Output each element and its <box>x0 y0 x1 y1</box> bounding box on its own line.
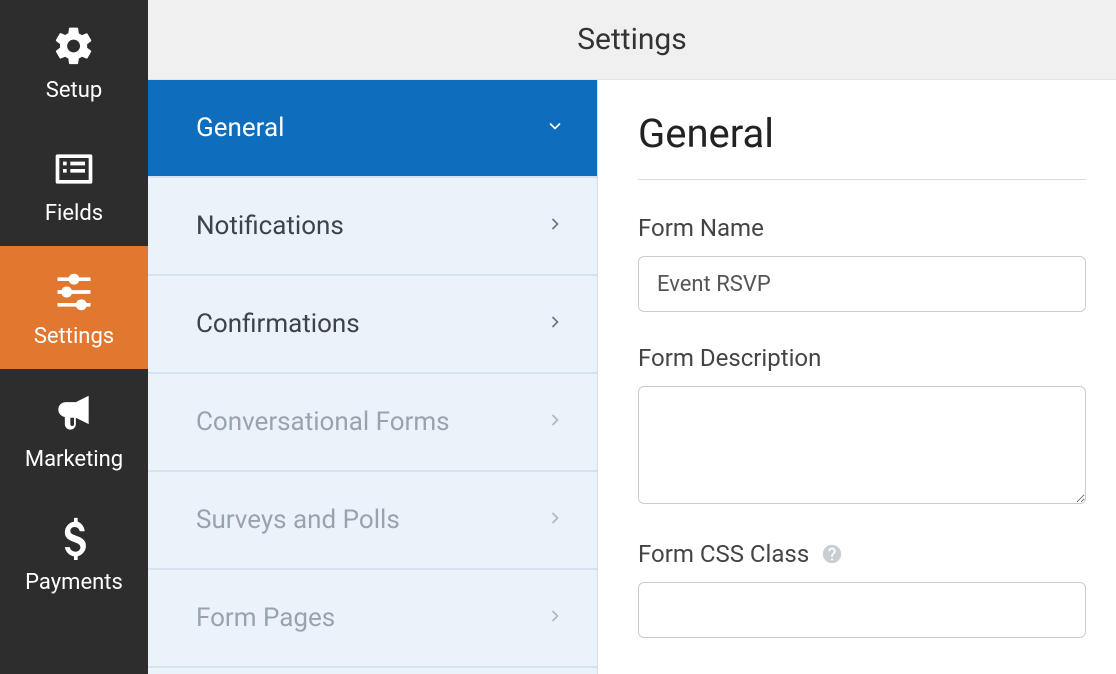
nav-item-settings[interactable]: Settings <box>0 246 148 369</box>
menu-item-conversational-forms[interactable]: Conversational Forms <box>148 374 597 472</box>
menu-item-label: Form Pages <box>196 603 335 633</box>
nav-item-marketing[interactable]: Marketing <box>0 369 148 492</box>
form-name-input[interactable] <box>638 256 1086 312</box>
nav-item-fields[interactable]: Fields <box>0 123 148 246</box>
list-icon <box>50 145 98 193</box>
chevron-right-icon <box>545 410 565 434</box>
form-css-class-label-text: Form CSS Class <box>638 540 809 568</box>
chevron-right-icon <box>545 606 565 630</box>
nav-label: Settings <box>34 324 114 349</box>
nav-label: Fields <box>45 201 103 226</box>
section-title: General <box>638 110 1086 180</box>
field-group-form-name: Form Name <box>638 214 1086 312</box>
form-css-class-input[interactable] <box>638 582 1086 638</box>
form-name-label: Form Name <box>638 214 1086 242</box>
menu-item-label: General <box>196 113 284 143</box>
bullhorn-icon <box>50 391 98 439</box>
menu-item-label: Conversational Forms <box>196 407 450 437</box>
field-group-form-description: Form Description <box>638 344 1086 508</box>
chevron-right-icon <box>545 312 565 336</box>
content-row: General Notifications Confirmations <box>148 80 1116 674</box>
menu-column: General Notifications Confirmations <box>148 80 598 674</box>
menu-item-general[interactable]: General <box>148 80 597 178</box>
menu-item-form-pages[interactable]: Form Pages <box>148 570 597 668</box>
menu-item-surveys-polls[interactable]: Surveys and Polls <box>148 472 597 570</box>
form-description-input[interactable] <box>638 386 1086 504</box>
help-icon[interactable] <box>821 543 843 565</box>
settings-menu[interactable]: General Notifications Confirmations <box>148 80 598 674</box>
nav-item-payments[interactable]: Payments <box>0 492 148 615</box>
menu-item-notifications[interactable]: Notifications <box>148 178 597 276</box>
main: Settings General Notifications Co <box>148 0 1116 674</box>
form-css-class-label: Form CSS Class <box>638 540 1086 568</box>
chevron-right-icon <box>545 214 565 238</box>
chevron-down-icon <box>545 116 565 140</box>
nav-label: Marketing <box>25 447 123 472</box>
menu-item-label: Confirmations <box>196 309 360 339</box>
sliders-icon <box>50 268 98 316</box>
dollar-icon <box>50 514 98 562</box>
gear-icon <box>50 22 98 70</box>
field-group-form-css-class: Form CSS Class <box>638 540 1086 638</box>
sidebar-nav: Setup Fields Settings Marketing Payments <box>0 0 148 674</box>
chevron-right-icon <box>545 508 565 532</box>
nav-label: Payments <box>25 570 123 595</box>
nav-item-setup[interactable]: Setup <box>0 0 148 123</box>
menu-item-confirmations[interactable]: Confirmations <box>148 276 597 374</box>
nav-label: Setup <box>46 78 102 103</box>
form-description-label: Form Description <box>638 344 1086 372</box>
form-panel: General Form Name Form Description Form … <box>598 80 1116 674</box>
page-title: Settings <box>577 22 687 57</box>
menu-item-label: Surveys and Polls <box>196 505 400 535</box>
header: Settings <box>148 0 1116 80</box>
menu-item-label: Notifications <box>196 211 344 241</box>
